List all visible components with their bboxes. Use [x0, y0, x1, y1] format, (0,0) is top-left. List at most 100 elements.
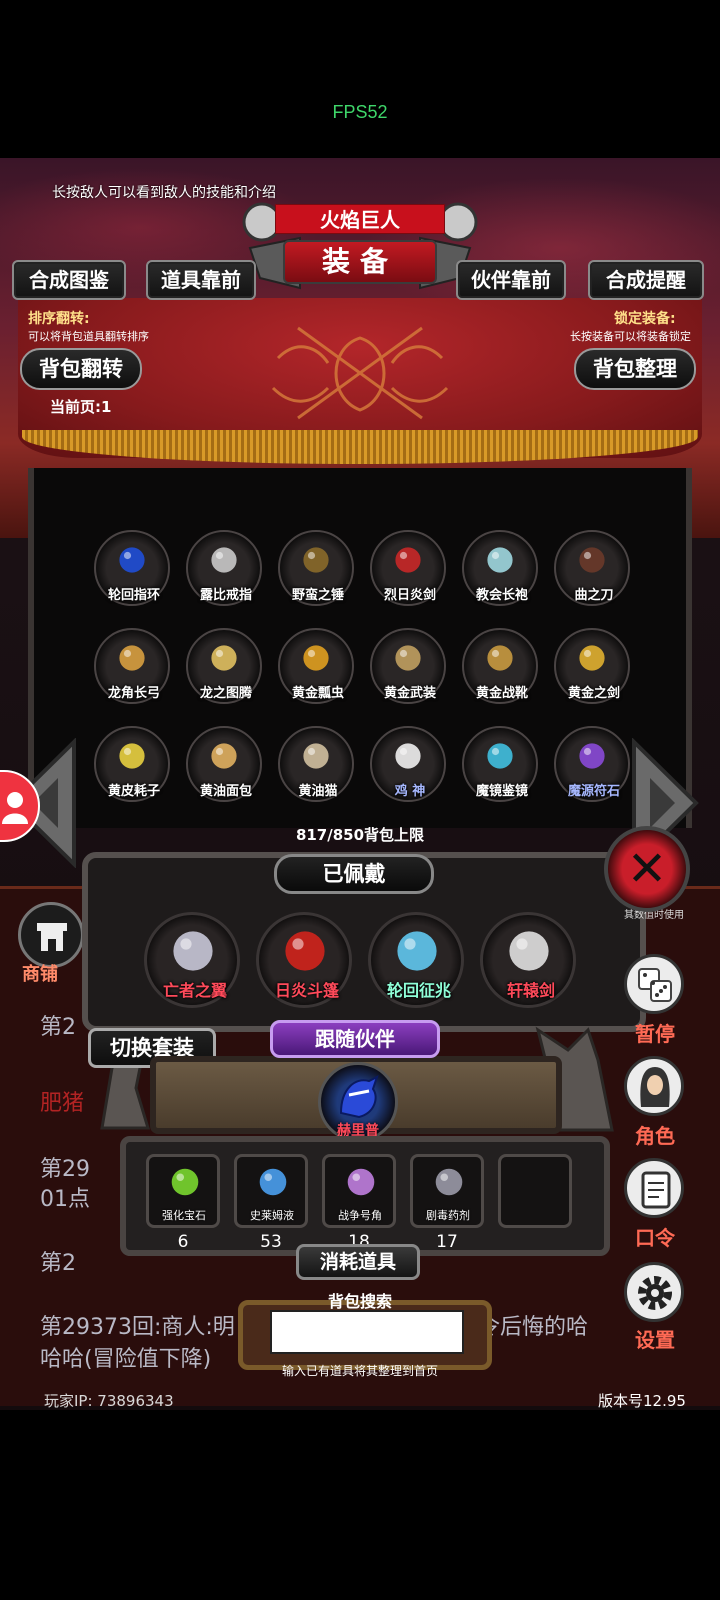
log-line: 肥猪 — [40, 1091, 85, 1116]
bow-icon — [114, 640, 150, 676]
wings-icon — [165, 923, 221, 983]
inventory-slot[interactable]: 烈日炎剑 — [370, 530, 446, 606]
inventory-slot[interactable]: 黄油面包 — [186, 726, 262, 802]
search-title: 背包搜索 — [327, 1292, 392, 1311]
inventory-item-label: 龙之图腾 — [199, 686, 252, 701]
equipped-item-label: 轮回征兆 — [386, 981, 451, 1000]
settings-label: 设置 — [635, 1328, 675, 1352]
role-button[interactable] — [624, 1056, 684, 1116]
inventory-item-label: 黄金战靴 — [475, 686, 528, 701]
bag-flip-button[interactable]: 背包翻转 — [20, 348, 142, 390]
role-label: 角色 — [635, 1124, 675, 1148]
inventory-slot[interactable]: 鸡 神 — [370, 726, 446, 802]
ring-blue-gem-icon — [114, 542, 150, 578]
equipped-slot[interactable]: 轩辕剑 — [480, 912, 576, 1008]
inventory-slot[interactable]: 黄皮耗子 — [94, 726, 170, 802]
boots-icon — [482, 640, 518, 676]
cloak-icon — [277, 923, 333, 983]
equipped-slot[interactable]: 轮回征兆 — [368, 912, 464, 1008]
equipped-item-label: 亡者之翼 — [162, 981, 227, 1000]
pause-button[interactable] — [624, 954, 684, 1014]
inventory-slot[interactable]: 龙角长弓 — [94, 628, 170, 704]
armor-icon — [390, 640, 426, 676]
game-screen: 长按敌人可以看到敌人的技能和介绍 第2 肥猪 第29 01点 第2 第29373… — [0, 158, 720, 1410]
rune-stone-icon — [574, 738, 610, 774]
inventory-slot[interactable]: 魔镜鉴镜 — [462, 726, 538, 802]
shop-button[interactable] — [18, 902, 84, 968]
inventory-slot[interactable]: 魔源符石 — [554, 726, 630, 802]
inventory-slot[interactable]: 龙之图腾 — [186, 628, 262, 704]
gold-sword-icon — [574, 640, 610, 676]
close-icon: ✕ — [626, 841, 668, 897]
consumable-count: 17 — [436, 1232, 458, 1252]
bag-search-input[interactable] — [270, 1310, 464, 1354]
equipped-slot[interactable]: 亡者之翼 — [144, 912, 240, 1008]
empty-consumable-slot[interactable] — [498, 1154, 572, 1228]
consumable-slot[interactable]: 史莱姆液 — [234, 1154, 308, 1228]
inventory-item-label: 轮回指环 — [107, 588, 160, 603]
inventory-item-label: 黄油猫 — [298, 784, 338, 799]
inventory-slot[interactable]: 轮回指环 — [94, 530, 170, 606]
log-line: 第2 — [40, 1015, 76, 1040]
consumable-slot[interactable]: 战争号角 — [322, 1154, 396, 1228]
bag-sort-button[interactable]: 背包整理 — [574, 348, 696, 390]
log-line: 01点 — [40, 1187, 90, 1212]
inventory-item-label: 教会长袍 — [475, 588, 528, 603]
consumable-label: 强化宝石 — [162, 1209, 206, 1222]
silver-ring-icon — [206, 542, 242, 578]
inventory-item-label: 野蛮之锤 — [291, 588, 344, 603]
inventory-slot[interactable]: 黄金战靴 — [462, 628, 538, 704]
inventory-item-label: 鸡 神 — [394, 784, 426, 799]
inventory-slot[interactable]: 黄金瓢虫 — [278, 628, 354, 704]
lock-equip-title: 锁定装备: — [614, 311, 676, 327]
consumable-slot[interactable]: 剧毒药剂 — [410, 1154, 484, 1228]
potion-icon — [254, 1163, 292, 1205]
inventory-item-label: 龙角长弓 — [107, 686, 160, 701]
inventory-slot[interactable]: 露比戒指 — [186, 530, 262, 606]
beetle-icon — [298, 640, 334, 676]
equipped-slot[interactable]: 日炎斗篷 — [256, 912, 352, 1008]
scroll-icon — [641, 1171, 671, 1209]
cat-icon — [298, 738, 334, 774]
password-label: 口令 — [635, 1226, 675, 1250]
dice-icon — [638, 968, 672, 1002]
inventory-item-label: 黄油面包 — [199, 784, 252, 799]
inventory-slot[interactable]: 黄金之剑 — [554, 628, 630, 704]
inventory-slot[interactable]: 教会长袍 — [462, 530, 538, 606]
sort-flip-hint: 可以将背包道具翻转排序 — [28, 330, 149, 343]
items-front-button[interactable]: 道具靠前 — [146, 260, 256, 300]
inventory-item-label: 露比戒指 — [199, 588, 252, 603]
equipped-item-label: 轩辕剑 — [506, 981, 555, 1000]
settings-button[interactable] — [624, 1262, 684, 1322]
inventory-item-label: 魔镜鉴镜 — [475, 784, 528, 799]
consumable-slot[interactable]: 强化宝石 — [146, 1154, 220, 1228]
partner-front-button[interactable]: 伙伴靠前 — [456, 260, 566, 300]
fps-counter: FPS52 — [332, 102, 388, 122]
consumables-title: 消耗道具 — [296, 1244, 420, 1280]
synthesis-reminder-button[interactable]: 合成提醒 — [588, 260, 704, 300]
pause-label: 暂停 — [635, 1022, 675, 1046]
robe-icon — [482, 542, 518, 578]
dragon-partner-icon — [339, 1075, 379, 1119]
inventory-slot[interactable]: 黄金武装 — [370, 628, 446, 704]
close-button[interactable]: ✕ — [604, 826, 690, 912]
shop-icon — [37, 923, 67, 951]
bread-icon — [206, 738, 242, 774]
inventory-item-label: 黄金之剑 — [567, 686, 620, 701]
inventory-slot[interactable]: 野蛮之锤 — [278, 530, 354, 606]
synthesis-atlas-button[interactable]: 合成图鉴 — [12, 260, 126, 300]
version-label: 版本号12.95 — [598, 1392, 686, 1410]
sword-icon — [501, 923, 557, 983]
inventory-item-label: 魔源符石 — [567, 784, 620, 799]
consumable-label: 史莱姆液 — [250, 1209, 294, 1222]
search-hint: 输入已有道具将其整理到首页 — [281, 1364, 438, 1378]
page-indicator: 当前页:1 — [50, 398, 112, 416]
consumable-count: 6 — [177, 1232, 189, 1252]
user-icon — [2, 792, 28, 824]
inventory-item-label: 黄金瓢虫 — [291, 686, 344, 701]
inventory-slot[interactable]: 黄油猫 — [278, 726, 354, 802]
gem-icon — [166, 1163, 204, 1205]
inventory-slot[interactable]: 曲之刀 — [554, 530, 630, 606]
password-button[interactable] — [624, 1158, 684, 1218]
inventory-item-label: 烈日炎剑 — [383, 588, 436, 603]
